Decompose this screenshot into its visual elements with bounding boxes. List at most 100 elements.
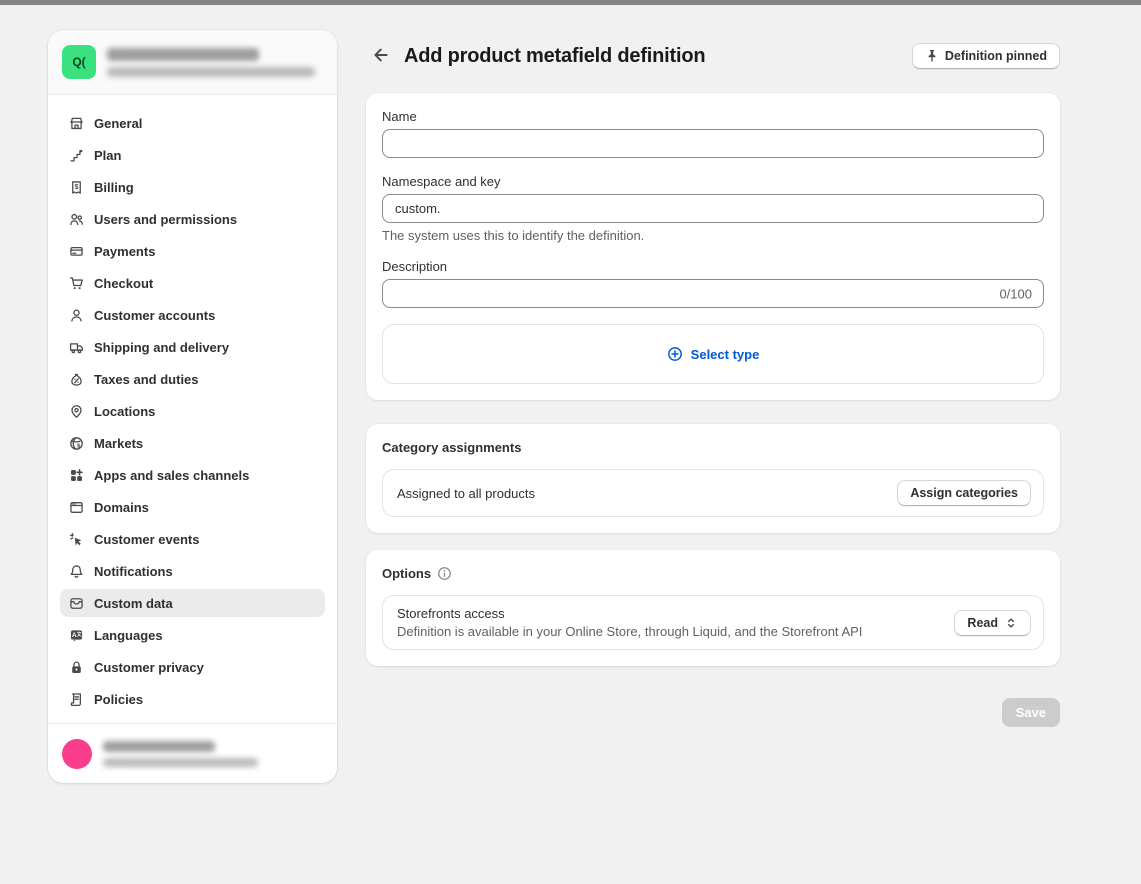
customer-accounts-icon xyxy=(68,307,84,323)
sidebar-item-plan[interactable]: Plan xyxy=(60,141,325,169)
sidebar-item-label: Notifications xyxy=(94,564,173,579)
svg-text:$: $ xyxy=(74,184,78,191)
sidebar-item-custom-data[interactable]: Custom data xyxy=(60,589,325,617)
storefronts-access-select[interactable]: Read xyxy=(954,610,1031,636)
window-chrome-strip xyxy=(0,0,1141,5)
store-header[interactable]: Q( xyxy=(48,30,337,95)
sidebar-item-notifications[interactable]: Notifications xyxy=(60,557,325,585)
options-card: Options Storefronts access Definition is… xyxy=(366,550,1060,666)
sidebar-item-languages[interactable]: A文 Languages xyxy=(60,621,325,649)
sidebar-item-policies[interactable]: Policies xyxy=(60,685,325,713)
namespace-field-group: Namespace and key The system uses this t… xyxy=(382,174,1044,243)
languages-icon: A文 xyxy=(68,627,84,643)
customer-privacy-icon xyxy=(68,659,84,675)
sidebar-item-apps-and-sales-channels[interactable]: Apps and sales channels xyxy=(60,461,325,489)
sidebar-item-label: Shipping and delivery xyxy=(94,340,229,355)
sidebar-item-label: General xyxy=(94,116,142,131)
back-arrow-icon xyxy=(371,46,389,67)
user-name-redacted xyxy=(103,741,215,752)
payments-icon xyxy=(68,243,84,259)
sidebar-item-users-and-permissions[interactable]: Users and permissions xyxy=(60,205,325,233)
sidebar-item-general[interactable]: General xyxy=(60,109,325,137)
sidebar-item-label: Plan xyxy=(94,148,121,163)
options-title: Options xyxy=(382,566,431,581)
sidebar-item-label: Apps and sales channels xyxy=(94,468,249,483)
sidebar-item-label: Billing xyxy=(94,180,134,195)
pin-icon xyxy=(925,49,939,63)
taxes-icon xyxy=(68,371,84,387)
store-url-redacted xyxy=(107,67,315,77)
description-input[interactable] xyxy=(382,279,1044,308)
sidebar-item-shipping-and-delivery[interactable]: Shipping and delivery xyxy=(60,333,325,361)
assign-categories-button[interactable]: Assign categories xyxy=(897,480,1031,506)
category-assignments-title: Category assignments xyxy=(382,440,1044,455)
users-icon xyxy=(68,211,84,227)
sidebar-item-label: Locations xyxy=(94,404,155,419)
page-header: Add product metafield definition Definit… xyxy=(366,38,1060,74)
namespace-help-text: The system uses this to identify the def… xyxy=(382,228,1044,243)
assignment-status-text: Assigned to all products xyxy=(397,486,535,501)
sidebar-item-label: Customer privacy xyxy=(94,660,204,675)
sidebar-item-markets[interactable]: $ Markets xyxy=(60,429,325,457)
store-name-redacted xyxy=(107,48,259,61)
user-identity xyxy=(103,741,258,767)
store-icon xyxy=(68,115,84,131)
sidebar-item-label: Customer accounts xyxy=(94,308,215,323)
svg-text:文: 文 xyxy=(76,631,81,638)
sidebar-item-customer-accounts[interactable]: Customer accounts xyxy=(60,301,325,329)
custom-data-icon xyxy=(68,595,84,611)
sidebar-item-label: Languages xyxy=(94,628,163,643)
sidebar-item-label: Customer events xyxy=(94,532,199,547)
select-type-button[interactable]: Select type xyxy=(382,324,1044,384)
back-button[interactable] xyxy=(366,42,394,70)
settings-sidebar: Q( General Plan $ Billing Users and permissi… xyxy=(48,30,337,783)
checkout-icon xyxy=(68,275,84,291)
sidebar-item-payments[interactable]: Payments xyxy=(60,237,325,265)
sidebar-item-taxes-and-duties[interactable]: Taxes and duties xyxy=(60,365,325,393)
main-content: Add product metafield definition Definit… xyxy=(366,38,1060,727)
storefronts-access-row: Storefronts access Definition is availab… xyxy=(382,595,1044,650)
sidebar-item-customer-privacy[interactable]: Customer privacy xyxy=(60,653,325,681)
sidebar-item-checkout[interactable]: Checkout xyxy=(60,269,325,297)
sidebar-item-label: Policies xyxy=(94,692,143,707)
customer-events-icon xyxy=(68,531,84,547)
markets-icon: $ xyxy=(68,435,84,451)
namespace-label: Namespace and key xyxy=(382,174,1044,189)
shipping-icon xyxy=(68,339,84,355)
name-input[interactable] xyxy=(382,129,1044,158)
store-avatar: Q( xyxy=(62,45,96,79)
user-footer[interactable] xyxy=(48,723,337,783)
definition-pinned-button[interactable]: Definition pinned xyxy=(912,43,1060,69)
sidebar-item-label: Custom data xyxy=(94,596,173,611)
namespace-input[interactable] xyxy=(382,194,1044,223)
apps-icon xyxy=(68,467,84,483)
name-field-group: Name xyxy=(382,109,1044,158)
billing-icon: $ xyxy=(68,179,84,195)
svg-text:$: $ xyxy=(77,443,81,449)
description-label: Description xyxy=(382,259,1044,274)
locations-icon xyxy=(68,403,84,419)
sidebar-item-label: Markets xyxy=(94,436,143,451)
select-chevrons-icon xyxy=(1004,616,1018,630)
user-avatar xyxy=(62,739,92,769)
name-label: Name xyxy=(382,109,1044,124)
storefronts-access-title: Storefronts access xyxy=(397,606,862,621)
user-email-redacted xyxy=(103,758,258,767)
sidebar-item-label: Payments xyxy=(94,244,155,259)
storefronts-access-description: Definition is available in your Online S… xyxy=(397,624,862,639)
sidebar-item-domains[interactable]: Domains xyxy=(60,493,325,521)
notifications-icon xyxy=(68,563,84,579)
sidebar-item-locations[interactable]: Locations xyxy=(60,397,325,425)
sidebar-item-label: Checkout xyxy=(94,276,153,291)
plus-circle-icon xyxy=(667,346,683,362)
sidebar-nav: General Plan $ Billing Users and permissions… xyxy=(48,95,337,713)
sidebar-item-label: Users and permissions xyxy=(94,212,237,227)
info-icon[interactable] xyxy=(437,566,452,581)
sidebar-item-customer-events[interactable]: Customer events xyxy=(60,525,325,553)
store-identity xyxy=(107,48,315,77)
sidebar-item-billing[interactable]: $ Billing xyxy=(60,173,325,201)
save-row: Save xyxy=(366,698,1060,727)
category-assignments-card: Category assignments Assigned to all pro… xyxy=(366,424,1060,533)
policies-icon xyxy=(68,691,84,707)
save-button[interactable]: Save xyxy=(1002,698,1060,727)
